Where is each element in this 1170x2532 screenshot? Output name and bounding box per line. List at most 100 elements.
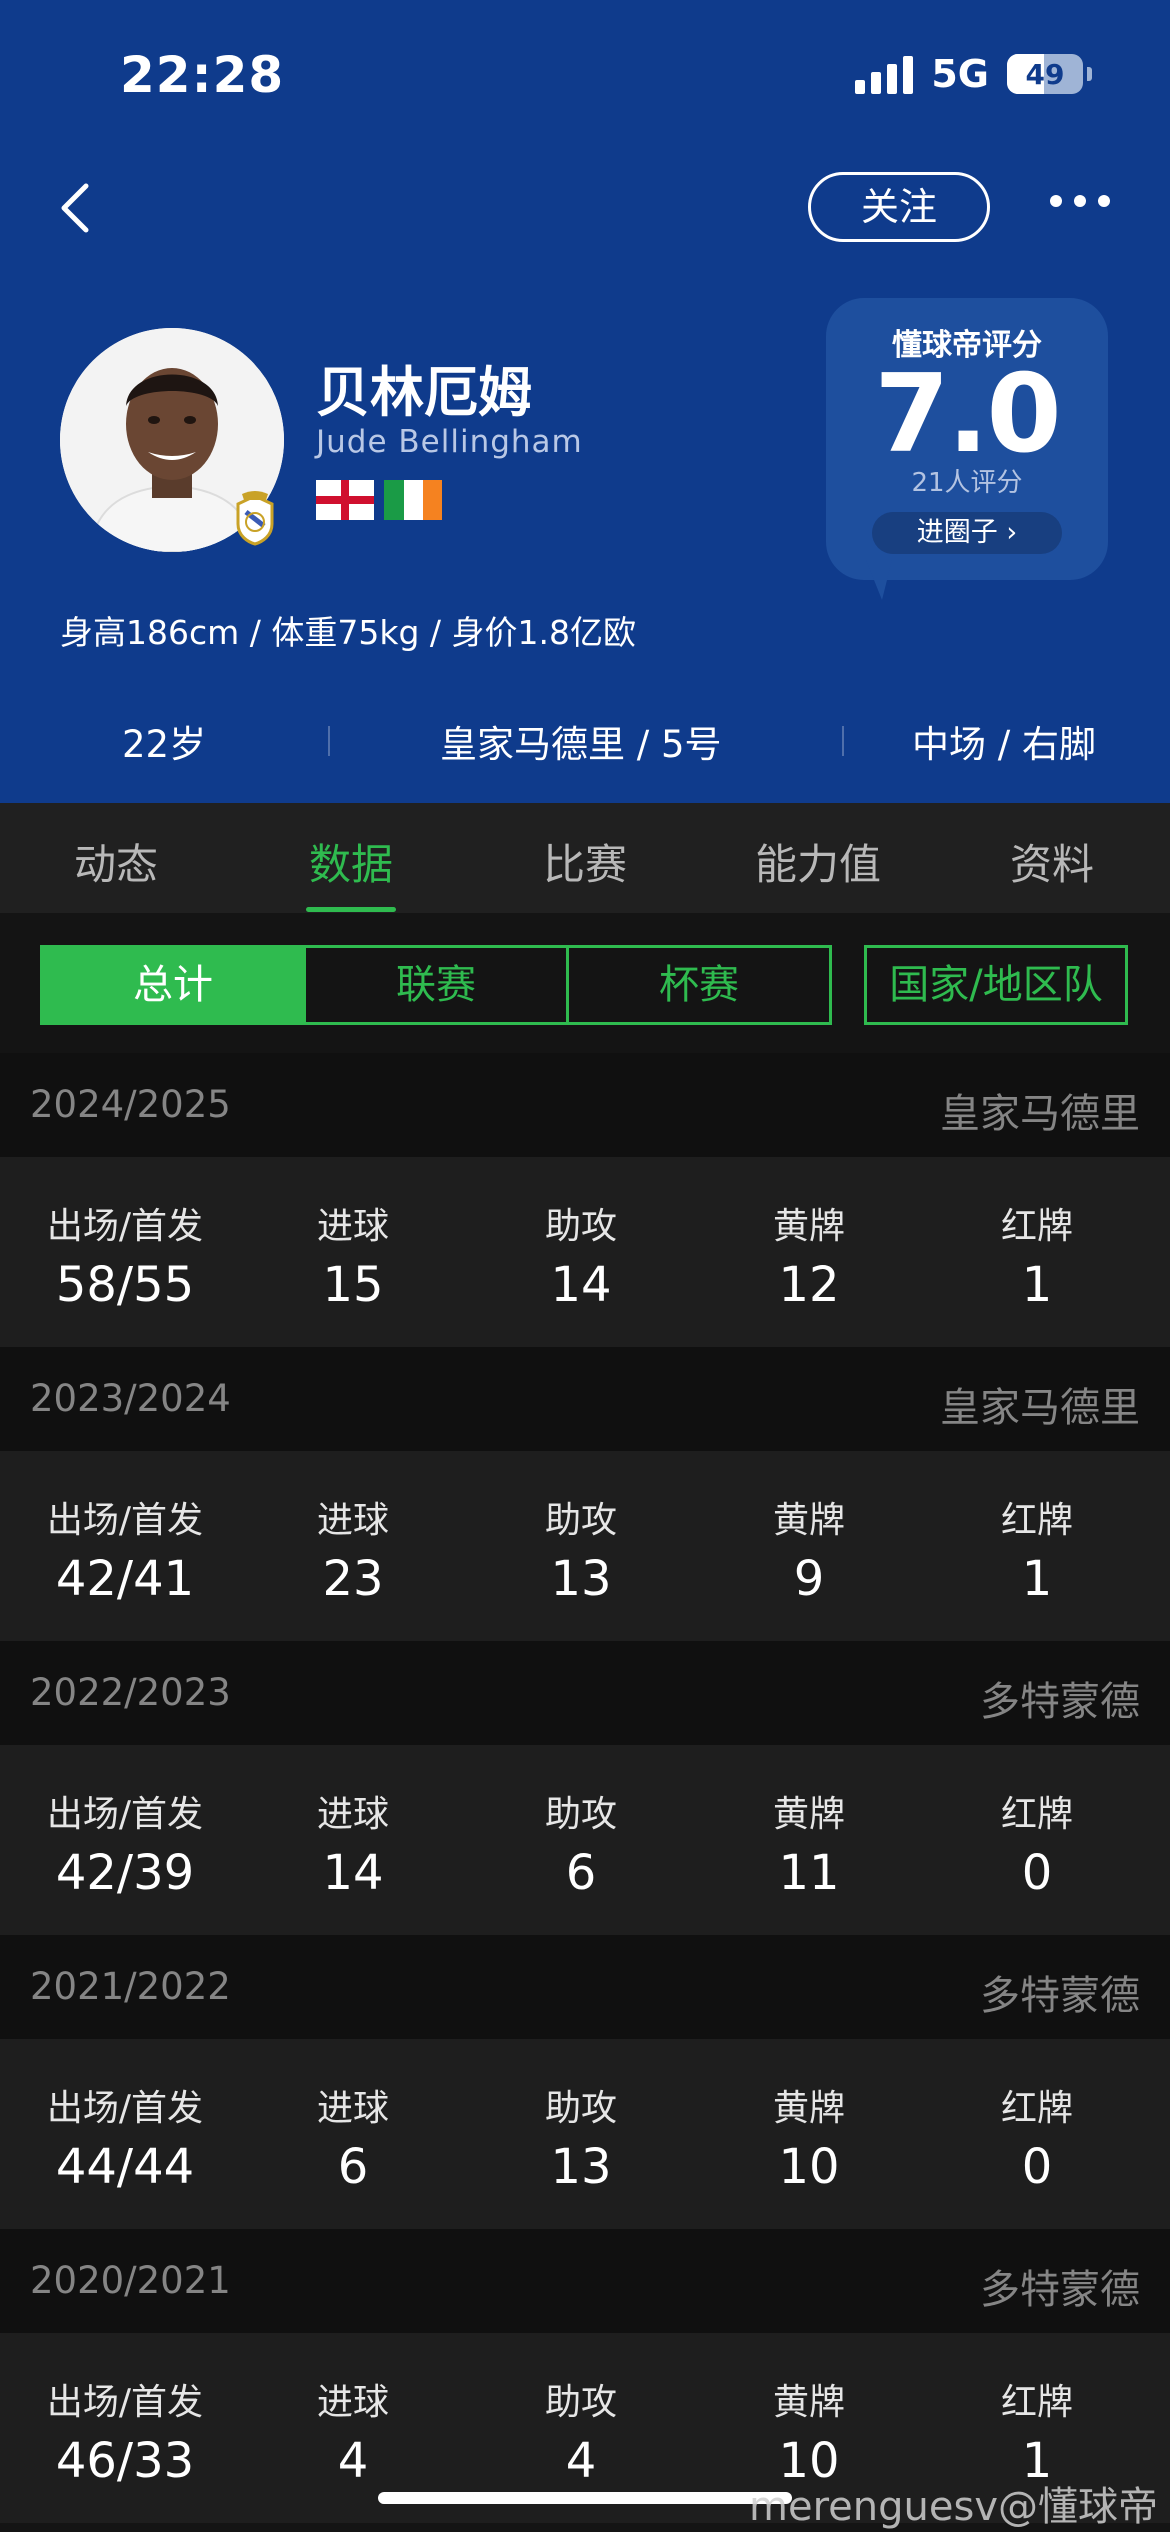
season-stats-row: 出场/首发 42/41 进球 23 助攻 13 黄牌 9 红牌 1: [0, 1451, 1170, 1641]
player-name-english: Jude Bellingham: [316, 424, 583, 460]
stat-label: 助攻: [544, 1206, 617, 1247]
stat-value: 42/39: [55, 1845, 195, 1901]
stat-label: 红牌: [1000, 2382, 1073, 2423]
filter-cup[interactable]: 杯赛: [569, 948, 829, 1022]
season-header: 2024/2025 皇家马德里: [0, 1053, 1170, 1157]
tab-news[interactable]: 动态: [41, 831, 191, 892]
filter-national-team[interactable]: 国家/地区队: [864, 945, 1128, 1025]
battery-icon: 49: [1007, 54, 1083, 94]
stat-value: 58/55: [55, 1257, 195, 1313]
stat-value: 23: [322, 1551, 384, 1607]
divider: [328, 726, 330, 756]
season-header: 2021/2022 多特蒙德: [0, 1935, 1170, 2039]
filter-total[interactable]: 总计: [43, 948, 306, 1022]
season-header: 2022/2023 多特蒙德: [0, 1641, 1170, 1745]
stat-value: 6: [337, 2139, 369, 2195]
england-flag-icon: [316, 480, 374, 520]
stat-label: 黄牌: [772, 1500, 845, 1541]
stat-value: 15: [322, 1257, 384, 1313]
stat-value: 44/44: [55, 2139, 195, 2195]
stat-value: 1: [1021, 1257, 1053, 1313]
stat-value: 6: [565, 1845, 597, 1901]
stat-label: 进球: [316, 1500, 389, 1541]
stat-label: 黄牌: [772, 2382, 845, 2423]
stat-value: 10: [778, 2139, 840, 2195]
battery-level: 49: [1025, 58, 1065, 91]
stat-label: 出场/首发: [46, 1500, 204, 1541]
stat-label: 黄牌: [772, 2088, 845, 2129]
filter-league[interactable]: 联赛: [306, 948, 569, 1022]
season-club[interactable]: 皇家马德里: [940, 1081, 1140, 1139]
stat-value: 9: [793, 1551, 825, 1607]
stat-value: 12: [778, 1257, 840, 1313]
tab-profile[interactable]: 资料: [977, 831, 1127, 892]
season-year: 2020/2021: [30, 2259, 231, 2302]
stat-label: 助攻: [544, 1500, 617, 1541]
tab-matches[interactable]: 比赛: [510, 831, 660, 892]
stat-value: 11: [778, 1845, 840, 1901]
stat-value: 46/33: [55, 2433, 195, 2489]
season-stats-list: 2024/2025 皇家马德里 出场/首发 58/55 进球 15 助攻 14 黄牌 12 红牌 1 2…: [0, 1053, 1170, 2523]
stat-label: 进球: [316, 1206, 389, 1247]
stat-value: 0: [1021, 1845, 1053, 1901]
stat-value: 13: [550, 2139, 612, 2195]
ireland-flag-icon: [384, 480, 442, 520]
player-age: 22岁: [122, 723, 207, 766]
stat-label: 红牌: [1000, 2088, 1073, 2129]
stat-label: 红牌: [1000, 1794, 1073, 1835]
stat-value: 13: [550, 1551, 612, 1607]
season-club[interactable]: 多特蒙德: [980, 1669, 1140, 1727]
stat-label: 出场/首发: [46, 2088, 204, 2129]
stat-value: 1: [1021, 1551, 1053, 1607]
season-club[interactable]: 皇家马德里: [940, 1375, 1140, 1433]
nationality-flags: [316, 480, 442, 520]
season-year: 2022/2023: [30, 1671, 231, 1714]
season-header: 2020/2021 多特蒙德: [0, 2229, 1170, 2333]
filter-bar: 总计 联赛 杯赛 国家/地区队: [0, 913, 1170, 1053]
season-stats-row: 出场/首发 44/44 进球 6 助攻 13 黄牌 10 红牌 0: [0, 2039, 1170, 2229]
player-bio: 身高186cm / 体重75kg / 身价1.8亿欧: [60, 613, 637, 652]
follow-button[interactable]: 关注: [808, 172, 990, 242]
season-year: 2023/2024: [30, 1377, 231, 1420]
season-stats-row: 出场/首发 58/55 进球 15 助攻 14 黄牌 12 红牌 1: [0, 1157, 1170, 1347]
status-indicators: 5G 49: [855, 52, 1092, 96]
info-row: 22岁 皇家马德里 / 5号 中场 / 右脚: [0, 714, 1170, 766]
back-arrow-icon[interactable]: [52, 178, 112, 238]
stat-label: 助攻: [544, 1794, 617, 1835]
watermark: merenguesv@懂球帝: [749, 2484, 1158, 2530]
stat-label: 红牌: [1000, 1500, 1073, 1541]
stat-label: 进球: [316, 2382, 389, 2423]
join-circle-button[interactable]: 进圈子 ›: [872, 512, 1062, 554]
status-time: 22:28: [120, 46, 285, 104]
tab-data[interactable]: 数据: [276, 831, 426, 892]
rating-card[interactable]: 懂球帝评分 7.0 21人评分 进圈子 ›: [826, 298, 1108, 580]
stat-label: 进球: [316, 1794, 389, 1835]
stat-value: 14: [322, 1845, 384, 1901]
player-name: 贝林厄姆: [316, 361, 532, 424]
stat-value: 4: [565, 2433, 597, 2489]
stat-label: 出场/首发: [46, 1206, 204, 1247]
divider: [842, 726, 844, 756]
season-club[interactable]: 多特蒙德: [980, 2257, 1140, 2315]
competition-segmented-control: 总计 联赛 杯赛: [40, 945, 832, 1025]
signal-icon: [855, 54, 914, 94]
rating-value: 7.0: [874, 352, 1061, 477]
player-club-number[interactable]: 皇家马德里 / 5号: [440, 714, 722, 768]
stat-label: 助攻: [544, 2382, 617, 2423]
season-stats-row: 出场/首发 42/39 进球 14 助攻 6 黄牌 11 红牌 0: [0, 1745, 1170, 1935]
club-crest-icon: [236, 491, 274, 546]
home-indicator[interactable]: [378, 2492, 792, 2504]
stat-label: 助攻: [544, 2088, 617, 2129]
player-header: 22:28 5G 49 关注 贝林厄姆 Jude Bellingham 懂球帝评…: [0, 0, 1170, 803]
stat-label: 出场/首发: [46, 2382, 204, 2423]
stat-value: 4: [337, 2433, 369, 2489]
stat-label: 黄牌: [772, 1206, 845, 1247]
season-year: 2021/2022: [30, 1965, 231, 2008]
rating-count: 21人评分: [911, 468, 1023, 498]
tab-ability[interactable]: 能力值: [743, 831, 893, 892]
stat-value: 14: [550, 1257, 612, 1313]
stat-label: 出场/首发: [46, 1794, 204, 1835]
stat-label: 进球: [316, 2088, 389, 2129]
season-club[interactable]: 多特蒙德: [980, 1963, 1140, 2021]
more-options-icon[interactable]: [1050, 195, 1110, 207]
